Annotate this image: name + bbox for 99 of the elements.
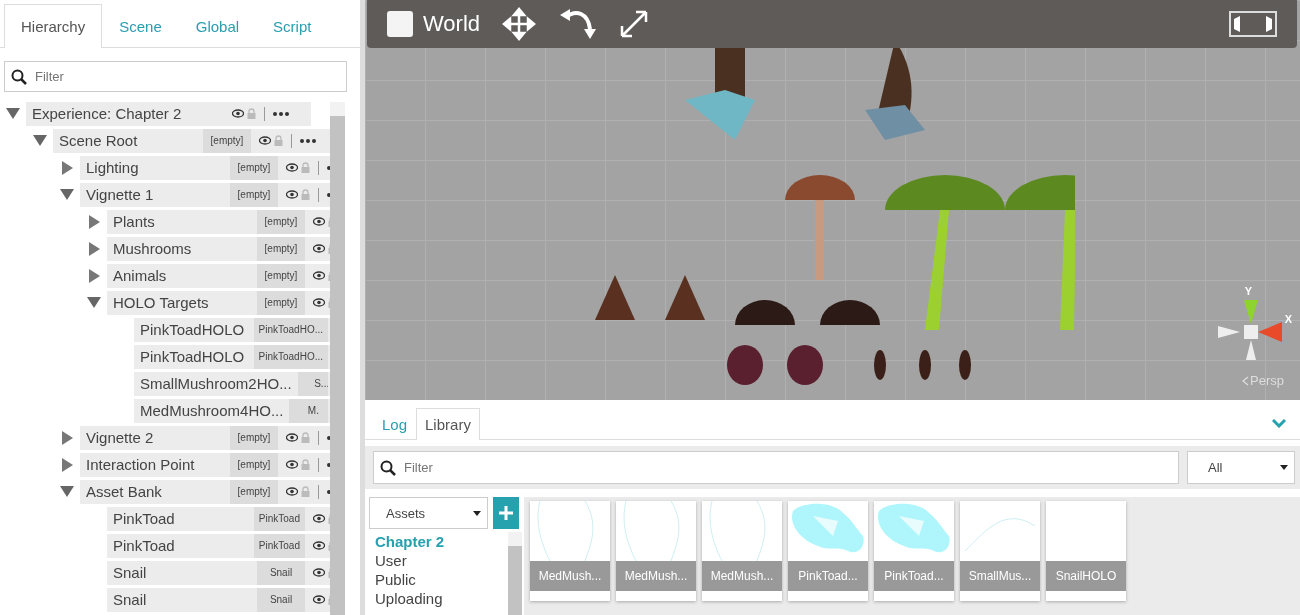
chevron-left-icon [1242, 375, 1250, 386]
asset-label: MedMush... [530, 561, 610, 591]
library-filter-field[interactable]: Filter [373, 451, 1179, 484]
folder-item[interactable]: Uploading [375, 589, 508, 608]
eye-icon[interactable] [313, 217, 325, 226]
tree-node-tag: [empty] [257, 236, 305, 261]
collapse-triangle-icon[interactable] [33, 135, 47, 146]
folder-item[interactable]: Public [375, 570, 508, 589]
eye-icon[interactable] [313, 271, 325, 280]
asset-label: SmallMus... [960, 561, 1040, 591]
plus-icon [499, 506, 513, 520]
asset-label: SnailHOLO [1046, 561, 1126, 591]
tree-node-label[interactable]: Vignette 2 [80, 425, 230, 450]
tree-node-label[interactable]: Snail [107, 587, 257, 612]
folder-item[interactable]: User [375, 551, 508, 570]
expand-triangle-icon[interactable] [61, 457, 73, 472]
asset-label: MedMush... [616, 561, 696, 591]
tree-node-label[interactable]: Scene Root [53, 128, 203, 153]
expand-triangle-icon[interactable] [88, 241, 100, 256]
tree-node-tag: [empty] [257, 263, 305, 288]
axis-label: X [1284, 313, 1292, 325]
tree-node-tag: PinkToad [253, 506, 305, 531]
tree-node-label[interactable]: PinkToadHOLO [134, 344, 254, 369]
tree-node-label[interactable]: MedMushroom4HO... [134, 398, 290, 423]
asset-label: PinkToad... [788, 561, 868, 591]
tree-node-label[interactable]: Animals [107, 263, 257, 288]
tree-node-label[interactable]: Mushrooms [107, 236, 257, 261]
tree-node-tag: [empty] [203, 128, 251, 153]
eye-icon[interactable] [313, 568, 325, 577]
caret-icon [473, 510, 481, 516]
tree-node-label[interactable]: Snail [107, 560, 257, 585]
expand-triangle-icon[interactable] [61, 430, 73, 445]
asset-label: MedMush... [702, 561, 782, 591]
eye-icon[interactable] [313, 244, 325, 253]
collapse-triangle-icon[interactable] [60, 486, 74, 497]
tree-node-tag: [empty] [257, 290, 305, 315]
eye-icon[interactable] [286, 190, 298, 199]
tree-node-tag: PinkToadHO... [253, 344, 328, 369]
tree-node-tag: [empty] [230, 155, 278, 180]
tree-node-tag: Snail [257, 560, 305, 585]
tree-node-label[interactable]: Experience: Chapter 2 [26, 101, 224, 126]
tree-node-tag: [empty] [230, 452, 278, 477]
tree-node-label[interactable]: PinkToad [107, 533, 254, 558]
expand-triangle-icon[interactable] [88, 268, 100, 283]
filter-field[interactable]: Filter [4, 61, 347, 92]
eye-icon[interactable] [313, 298, 325, 307]
eye-icon[interactable] [313, 541, 325, 550]
fullscreen-icon[interactable] [1229, 11, 1277, 37]
eye-icon[interactable] [232, 109, 244, 118]
tree-node-label[interactable]: PinkToad [107, 506, 254, 531]
search-icon [11, 68, 27, 85]
tree-node-label[interactable]: HOLO Targets [107, 290, 257, 315]
expand-triangle-icon[interactable] [88, 214, 100, 229]
scrollbar[interactable] [330, 102, 345, 615]
tree-node-tag: [empty] [230, 425, 278, 450]
collapse-triangle-icon[interactable] [87, 297, 101, 308]
tree-node-tag: [empty] [257, 209, 305, 234]
tree-node-tag: S... [297, 371, 330, 396]
eye-icon[interactable] [313, 514, 325, 523]
eye-icon[interactable] [286, 163, 298, 172]
tree-node-label[interactable]: Lighting [80, 155, 230, 180]
caret-icon [1280, 465, 1288, 470]
eye-icon[interactable] [259, 136, 271, 145]
tree-node-label[interactable]: Plants [107, 209, 257, 234]
tree-node-tag: PinkToadHO... [253, 317, 328, 342]
tree-node-label[interactable]: Interaction Point [80, 452, 230, 477]
tree-node-label[interactable]: Vignette 1 [80, 182, 230, 207]
tree-node-tag: [empty] [230, 479, 278, 504]
tree-node-label[interactable]: Asset Bank [80, 479, 230, 504]
type-dropdown[interactable]: All [1187, 451, 1295, 484]
more-options-icon[interactable] [273, 111, 289, 116]
eye-icon[interactable] [286, 460, 298, 469]
eye-icon[interactable] [286, 433, 298, 442]
tree-node-tag: M. [289, 398, 330, 423]
tree-node-tag: Snail [257, 587, 305, 612]
axis-label: Y [1244, 285, 1252, 297]
source-dropdown[interactable]: Assets [369, 497, 488, 529]
eye-icon[interactable] [286, 487, 298, 496]
rotate-icon[interactable] [558, 7, 597, 41]
move-icon[interactable] [502, 7, 537, 41]
asset-label: PinkToad... [874, 561, 954, 591]
panel-tab[interactable]: Hierarchy [4, 4, 103, 48]
panel-tab[interactable]: Library [416, 408, 480, 440]
tree-node-label[interactable]: PinkToadHOLO [134, 317, 254, 342]
world-label: World [423, 11, 481, 37]
add-button[interactable] [493, 497, 519, 529]
search-icon [380, 459, 396, 476]
collapse-triangle-icon[interactable] [60, 189, 74, 200]
world-checkbox[interactable] [387, 11, 413, 37]
collapse-triangle-icon[interactable] [6, 108, 20, 119]
eye-icon[interactable] [313, 595, 325, 604]
chevron-down-icon[interactable] [1272, 419, 1286, 428]
more-options-icon[interactable] [300, 138, 316, 143]
tree-node-tag: [empty] [230, 182, 278, 207]
scene-viewport[interactable]: World Y X Persp [365, 0, 1300, 400]
tree-node-tag: PinkToad [253, 533, 305, 558]
tree-node-label[interactable]: SmallMushroom2HO... [134, 371, 298, 396]
scrollbar[interactable] [508, 532, 522, 615]
expand-triangle-icon[interactable] [61, 160, 73, 175]
